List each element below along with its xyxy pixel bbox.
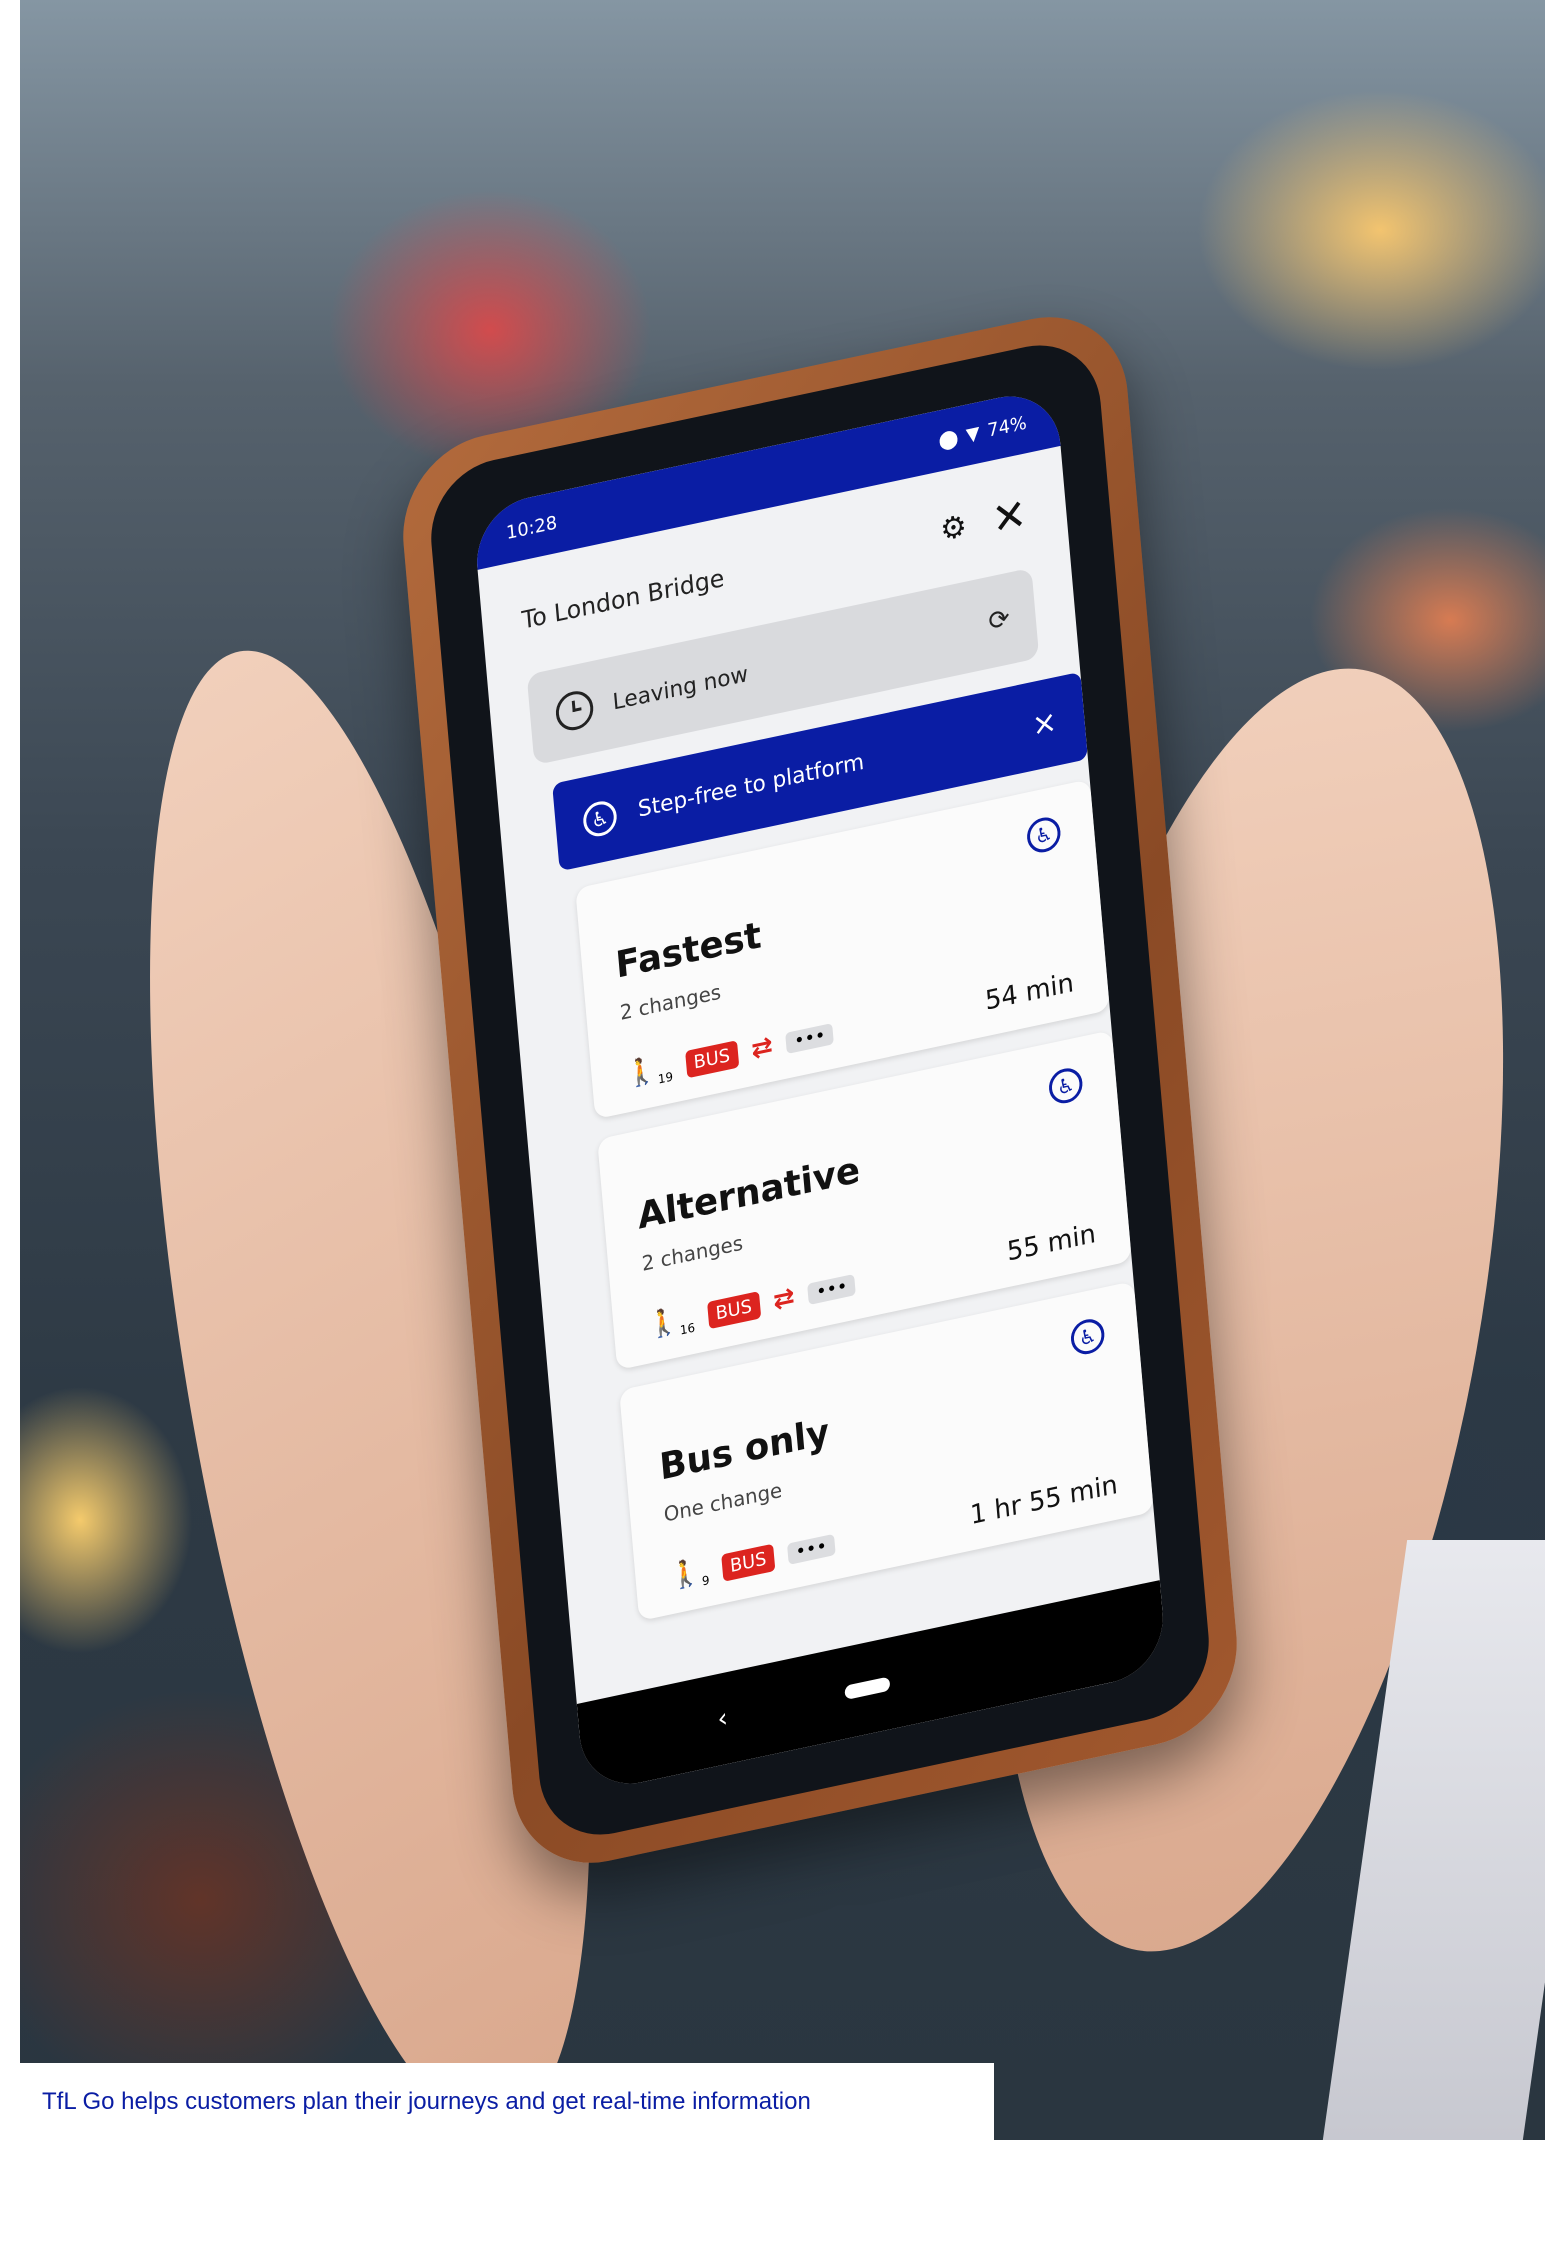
refresh-icon[interactable]: ⟳ [987, 603, 1011, 638]
walk-icon: 🚶19 [624, 1054, 674, 1092]
wheelchair-icon: ♿ [1047, 1065, 1084, 1107]
route-duration: 1 hr 55 min [968, 1469, 1119, 1532]
more-modes-icon: ••• [786, 1533, 836, 1565]
wheelchair-icon: ♿ [581, 797, 619, 839]
step-free-label: Step-free to platform [637, 749, 866, 823]
status-icons: ⬤ ▼ 74% [938, 412, 1028, 452]
national-rail-icon: ⇄ [750, 1030, 775, 1066]
bus-badge: BUS [684, 1039, 739, 1078]
wifi-icon: ▼ [965, 421, 981, 446]
more-modes-icon: ••• [785, 1022, 835, 1054]
walk-icon: 🚶16 [646, 1305, 696, 1343]
route-duration: 54 min [983, 968, 1075, 1017]
walk-minutes: 16 [679, 1320, 696, 1338]
step-free-left: ♿ Step-free to platform [581, 745, 866, 839]
home-pill-icon[interactable] [844, 1676, 891, 1700]
walk-minutes: 9 [701, 1572, 711, 1589]
page-margin [0, 0, 20, 2246]
filter-icon[interactable]: ⚙ [939, 508, 968, 549]
route-modes: 🚶19 BUS ⇄ ••• [624, 1017, 835, 1093]
phone-screen: 10:28 ⬤ ▼ 74% To London Bridge ⚙ ✕ Leavi… [472, 385, 1168, 1795]
leaving-now-left: Leaving now [554, 655, 749, 734]
background-photo: 10:28 ⬤ ▼ 74% To London Bridge ⚙ ✕ Leavi… [20, 0, 1545, 2140]
route-modes: 🚶9 BUS ••• [668, 1528, 836, 1595]
national-rail-icon: ⇄ [772, 1281, 796, 1317]
more-modes-icon: ••• [807, 1273, 857, 1305]
clock-icon [554, 687, 595, 734]
location-icon: ⬤ [937, 426, 960, 452]
back-icon[interactable]: ‹ [716, 1703, 729, 1735]
smartphone: 10:28 ⬤ ▼ 74% To London Bridge ⚙ ✕ Leavi… [395, 300, 1245, 1880]
route-modes: 🚶16 BUS ⇄ ••• [646, 1268, 857, 1344]
route-duration: 55 min [1005, 1218, 1097, 1268]
wheelchair-icon: ♿ [1025, 814, 1062, 856]
wheelchair-icon: ♿ [1069, 1316, 1106, 1358]
destination-title: To London Bridge [520, 563, 726, 635]
dismiss-step-free-icon[interactable]: × [1031, 704, 1059, 744]
header-actions: ⚙ ✕ [938, 488, 1029, 555]
bus-badge: BUS [706, 1290, 761, 1329]
walk-icon: 🚶9 [668, 1556, 711, 1594]
walk-minutes: 19 [657, 1069, 674, 1087]
nav-spacer [1007, 1654, 1027, 1658]
photo-caption: TfL Go helps customers plan their journe… [20, 2063, 994, 2140]
leaving-now-label: Leaving now [611, 661, 750, 716]
bus-badge: BUS [721, 1543, 776, 1582]
status-time: 10:28 [505, 511, 558, 544]
battery-level: 74% [986, 411, 1028, 442]
phone-bezel: 10:28 ⬤ ▼ 74% To London Bridge ⚙ ✕ Leavi… [425, 332, 1215, 1848]
close-icon[interactable]: ✕ [990, 488, 1029, 544]
